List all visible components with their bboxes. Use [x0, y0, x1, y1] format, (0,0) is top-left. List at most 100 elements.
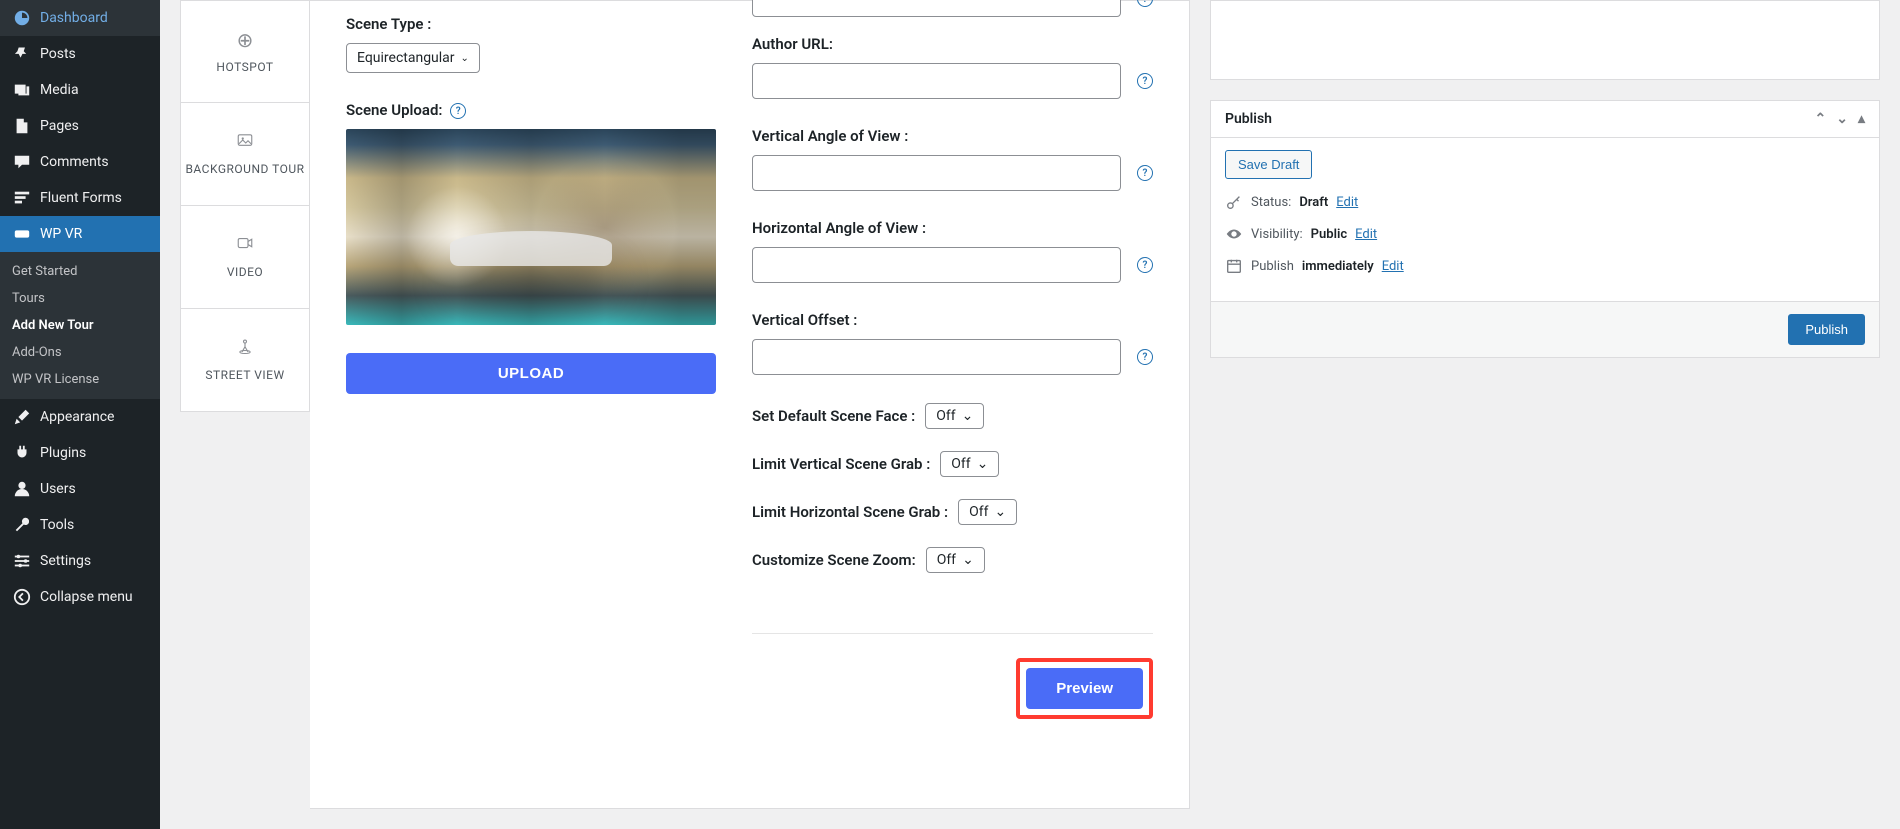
default-face-label: Set Default Scene Face :	[752, 407, 915, 425]
video-icon	[236, 233, 254, 257]
limit-horiz-select[interactable]: Off ⌄	[958, 499, 1017, 525]
right-column: ? Author URL: ? Vertical Angle of View :	[752, 1, 1153, 772]
scene-upload-label: Scene Upload: ?	[346, 101, 716, 119]
tab-street-view[interactable]: STREET VIEW	[180, 309, 310, 412]
voffset-label: Vertical Offset :	[752, 311, 1153, 329]
menu-label: Media	[40, 82, 79, 98]
publish-sidebar: Publish ⌃ ⌄ ▴ Save Draft Status: Draft E…	[1210, 0, 1880, 809]
publish-value: immediately	[1302, 259, 1374, 274]
chevron-up-icon[interactable]: ⌃	[1815, 111, 1827, 127]
pages-icon	[12, 116, 32, 136]
help-icon[interactable]: ?	[1137, 0, 1153, 7]
edit-publish-link[interactable]: Edit	[1382, 259, 1404, 274]
menu-appearance[interactable]: Appearance	[0, 399, 160, 435]
dashboard-icon	[12, 8, 32, 28]
save-draft-button[interactable]: Save Draft	[1225, 150, 1312, 179]
metabox-empty	[1210, 0, 1880, 80]
author-url-input[interactable]	[752, 63, 1121, 99]
chevron-down-icon[interactable]: ⌄	[1836, 111, 1848, 127]
menu-dashboard[interactable]: Dashboard	[0, 0, 160, 36]
menu-media[interactable]: Media	[0, 72, 160, 108]
menu-label: Pages	[40, 118, 79, 134]
menu-tools[interactable]: Tools	[0, 507, 160, 543]
submenu-license[interactable]: WP VR License	[0, 366, 160, 393]
edit-status-link[interactable]: Edit	[1336, 195, 1358, 210]
tab-video[interactable]: VIDEO	[180, 206, 310, 309]
publish-footer: Publish	[1211, 301, 1879, 357]
scene-settings-panel: Scene Type : Equirectangular ⌄ Scene Upl…	[310, 0, 1190, 809]
submenu-add-new-tour[interactable]: Add New Tour	[0, 312, 160, 339]
tab-label: HOTSPOT	[216, 60, 273, 76]
publish-title: Publish	[1225, 111, 1272, 127]
voffset-input[interactable]	[752, 339, 1121, 375]
scene-type-select[interactable]: Equirectangular ⌄	[346, 43, 480, 73]
chevron-down-icon: ⌄	[977, 456, 989, 472]
limit-vert-select[interactable]: Off ⌄	[940, 451, 999, 477]
help-icon[interactable]: ?	[1137, 257, 1153, 273]
limit-vert-label: Limit Vertical Scene Grab :	[752, 455, 930, 473]
menu-label: WP VR	[40, 226, 82, 242]
panel-footer: Preview	[752, 633, 1153, 719]
scene-type-value: Equirectangular	[357, 50, 455, 66]
menu-label: Fluent Forms	[40, 190, 122, 206]
zoom-select[interactable]: Off ⌄	[926, 547, 985, 573]
haov-label: Horizontal Angle of View :	[752, 219, 1153, 237]
vaov-input[interactable]	[752, 155, 1121, 191]
menu-pages[interactable]: Pages	[0, 108, 160, 144]
publish-button[interactable]: Publish	[1788, 314, 1865, 345]
plug-icon	[12, 443, 32, 463]
menu-settings[interactable]: Settings	[0, 543, 160, 579]
limit-horiz-label: Limit Horizontal Scene Grab :	[752, 503, 948, 521]
submenu-tours[interactable]: Tours	[0, 285, 160, 312]
menu-label: Dashboard	[40, 10, 108, 26]
menu-users[interactable]: Users	[0, 471, 160, 507]
tab-background-tour[interactable]: BACKGROUND TOUR	[180, 103, 310, 206]
main-content: ⊕ HOTSPOT BACKGROUND TOUR VIDEO STREET V…	[160, 0, 1900, 829]
submenu-get-started[interactable]: Get Started	[0, 258, 160, 285]
top-input[interactable]	[752, 0, 1121, 17]
media-icon	[12, 80, 32, 100]
publish-metabox: Publish ⌃ ⌄ ▴ Save Draft Status: Draft E…	[1210, 100, 1880, 358]
menu-label: Comments	[40, 154, 109, 170]
left-column: Scene Type : Equirectangular ⌄ Scene Upl…	[346, 1, 716, 772]
streetview-icon	[236, 336, 254, 360]
wrench-icon	[12, 515, 32, 535]
preview-button[interactable]: Preview	[1026, 668, 1143, 709]
menu-label: Appearance	[40, 409, 114, 425]
menu-comments[interactable]: Comments	[0, 144, 160, 180]
wp-vr-submenu: Get Started Tours Add New Tour Add-Ons W…	[0, 252, 160, 399]
help-icon[interactable]: ?	[1137, 349, 1153, 365]
menu-plugins[interactable]: Plugins	[0, 435, 160, 471]
menu-posts[interactable]: Posts	[0, 36, 160, 72]
submenu-addons[interactable]: Add-Ons	[0, 339, 160, 366]
tab-label: VIDEO	[227, 265, 263, 281]
user-icon	[12, 479, 32, 499]
image-icon	[236, 130, 254, 154]
calendar-icon	[1225, 257, 1243, 275]
menu-collapse[interactable]: Collapse menu	[0, 579, 160, 615]
pin-icon	[12, 44, 32, 64]
default-face-select[interactable]: Off ⌄	[925, 403, 984, 429]
menu-fluent-forms[interactable]: Fluent Forms	[0, 180, 160, 216]
tab-label: STREET VIEW	[205, 368, 284, 384]
eye-icon	[1225, 225, 1243, 243]
scene-type-label: Scene Type :	[346, 15, 716, 33]
help-icon[interactable]: ?	[1137, 165, 1153, 181]
menu-wp-vr[interactable]: WP VR	[0, 216, 160, 252]
help-icon[interactable]: ?	[1137, 73, 1153, 89]
menu-label: Plugins	[40, 445, 86, 461]
tab-hotspot[interactable]: ⊕ HOTSPOT	[180, 0, 310, 103]
menu-label: Settings	[40, 553, 91, 569]
status-label: Status:	[1251, 195, 1291, 210]
haov-input[interactable]	[752, 247, 1121, 283]
publish-header: Publish ⌃ ⌄ ▴	[1211, 101, 1879, 138]
menu-label: Collapse menu	[40, 589, 133, 605]
upload-button[interactable]: UPLOAD	[346, 353, 716, 394]
crosshair-icon: ⊕	[237, 28, 254, 52]
scene-preview-image	[346, 129, 716, 325]
help-icon[interactable]: ?	[450, 103, 466, 119]
form-icon	[12, 188, 32, 208]
scene-tabs: ⊕ HOTSPOT BACKGROUND TOUR VIDEO STREET V…	[180, 0, 310, 809]
edit-visibility-link[interactable]: Edit	[1355, 227, 1377, 242]
caret-up-icon[interactable]: ▴	[1858, 111, 1865, 127]
